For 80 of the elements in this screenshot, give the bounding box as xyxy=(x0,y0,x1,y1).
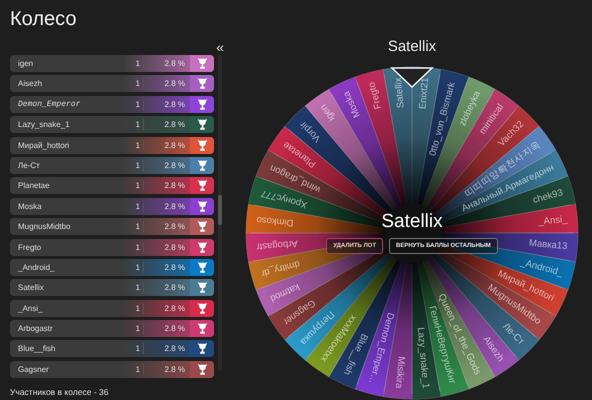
slice-label: dmitry_dr xyxy=(260,258,301,279)
participant-share: 2.8 % xyxy=(164,202,186,211)
participant-share: 2.8 % xyxy=(164,120,186,130)
participant-name: Demon_Emperor xyxy=(18,100,82,109)
participant-row[interactable]: Ле-Ст 1 2.8 % xyxy=(10,156,214,174)
participant-share: 2.8 % xyxy=(164,79,186,88)
slice-label: Arbogastr xyxy=(256,238,298,252)
participant-row[interactable]: Fregto 1 2.8 % xyxy=(10,238,214,256)
winner-title: Satellix xyxy=(388,38,436,57)
participant-row[interactable]: MugnusMidtbo 1 2.8 % xyxy=(10,218,214,236)
participant-share: 2.8 % xyxy=(164,160,186,170)
participant-share: 2.8 % xyxy=(164,364,186,374)
participant-name: Moska xyxy=(18,202,43,211)
participant-share: 2.8 % xyxy=(164,262,186,272)
participant-share: 2.8 % xyxy=(164,59,186,68)
participant-share: 2.8 % xyxy=(164,324,186,334)
participant-row[interactable]: _Android_ 1 2.8 % xyxy=(10,258,214,276)
page-title: Колесо xyxy=(10,8,76,31)
participant-name: Мирай_hottori xyxy=(18,140,70,150)
participant-count: 1 xyxy=(134,120,141,130)
participant-row[interactable]: Satellix 1 2.8 % xyxy=(10,279,214,296)
participant-name: igen xyxy=(18,59,34,68)
participant-row[interactable]: Arbogastr 1 2.8 % xyxy=(10,320,214,338)
slice-label: Fregto xyxy=(366,80,384,110)
participant-share: 2.8 % xyxy=(164,181,186,190)
winner-name: Satellix xyxy=(381,211,443,233)
participant-name: Arbogastr xyxy=(18,324,54,334)
slice-label: Lazy_snake_1 xyxy=(414,326,432,389)
participant-name: MugnusMidtbo xyxy=(18,222,72,232)
participants-count: Участников в колесе - 36 xyxy=(10,386,108,397)
participant-name: Fregto xyxy=(18,242,42,252)
participant-count: 1 xyxy=(134,344,141,354)
participant-count: 1 xyxy=(134,324,141,334)
slice-label: Enixt21 xyxy=(417,77,432,110)
participant-name: Gagsner xyxy=(18,364,50,374)
participant-row[interactable]: igen 1 2.8 % xyxy=(10,55,214,72)
slice-label: Dimkoso xyxy=(256,214,294,228)
participant-count: 1 xyxy=(134,364,141,374)
participant-row[interactable]: Lazy_snake_1 1 2.8 % xyxy=(10,116,214,134)
participant-row[interactable]: Planetae 1 2.8 % xyxy=(10,177,214,194)
participant-share: 2.8 % xyxy=(164,140,186,150)
participant-count: 1 xyxy=(134,304,141,313)
participant-name: Planetae xyxy=(18,181,51,190)
participant-count: 1 xyxy=(134,160,141,170)
participant-row[interactable]: Moska 1 2.8 % xyxy=(10,198,214,215)
participant-name: Blue__fish xyxy=(18,344,56,354)
participant-share: 2.8 % xyxy=(164,304,186,313)
participant-share: 2.8 % xyxy=(164,100,186,109)
participant-row[interactable]: Blue__fish 1 2.8 % xyxy=(10,340,214,358)
participant-name: _Ansi_ xyxy=(18,304,44,313)
participant-count: 1 xyxy=(134,100,141,109)
participant-share: 2.8 % xyxy=(164,344,186,354)
participant-count: 1 xyxy=(134,181,141,190)
participant-count: 1 xyxy=(134,59,141,68)
participant-row[interactable]: Мирай_hottori 1 2.8 % xyxy=(10,136,214,154)
participant-count: 1 xyxy=(134,140,141,150)
participant-share: 2.8 % xyxy=(164,242,186,252)
participant-count: 1 xyxy=(134,283,141,292)
participant-count: 1 xyxy=(134,79,141,88)
participant-count: 1 xyxy=(134,222,141,232)
participant-row[interactable]: Aisezh 1 2.8 % xyxy=(10,75,214,92)
slice-label: Misikira xyxy=(392,356,407,389)
participant-share: 2.8 % xyxy=(164,222,186,232)
participant-count: 1 xyxy=(134,262,141,272)
participant-share: 2.8 % xyxy=(164,283,186,292)
slice-label: Satellix xyxy=(392,77,407,109)
participant-row[interactable]: Gagsner 1 2.8 % xyxy=(10,360,214,378)
participant-name: Aisezh xyxy=(18,79,44,88)
participant-name: _Android_ xyxy=(18,262,56,272)
participant-row[interactable]: Demon_Emperor 1 2.8 % xyxy=(10,96,214,113)
slice-label: Moska xyxy=(341,89,363,120)
participant-count: 1 xyxy=(134,202,141,211)
participant-name: Lazy_snake_1 xyxy=(18,120,71,130)
collapse-button[interactable]: « xyxy=(216,41,224,53)
participant-count: 1 xyxy=(134,242,141,252)
participant-row[interactable]: _Ansi_ 1 2.8 % xyxy=(10,300,214,317)
participant-name: Ле-Ст xyxy=(18,160,41,170)
participant-name: Satellix xyxy=(18,283,45,292)
slice-label: _Ansi_ xyxy=(538,214,568,228)
slice-label: Мавка13 xyxy=(528,238,568,252)
